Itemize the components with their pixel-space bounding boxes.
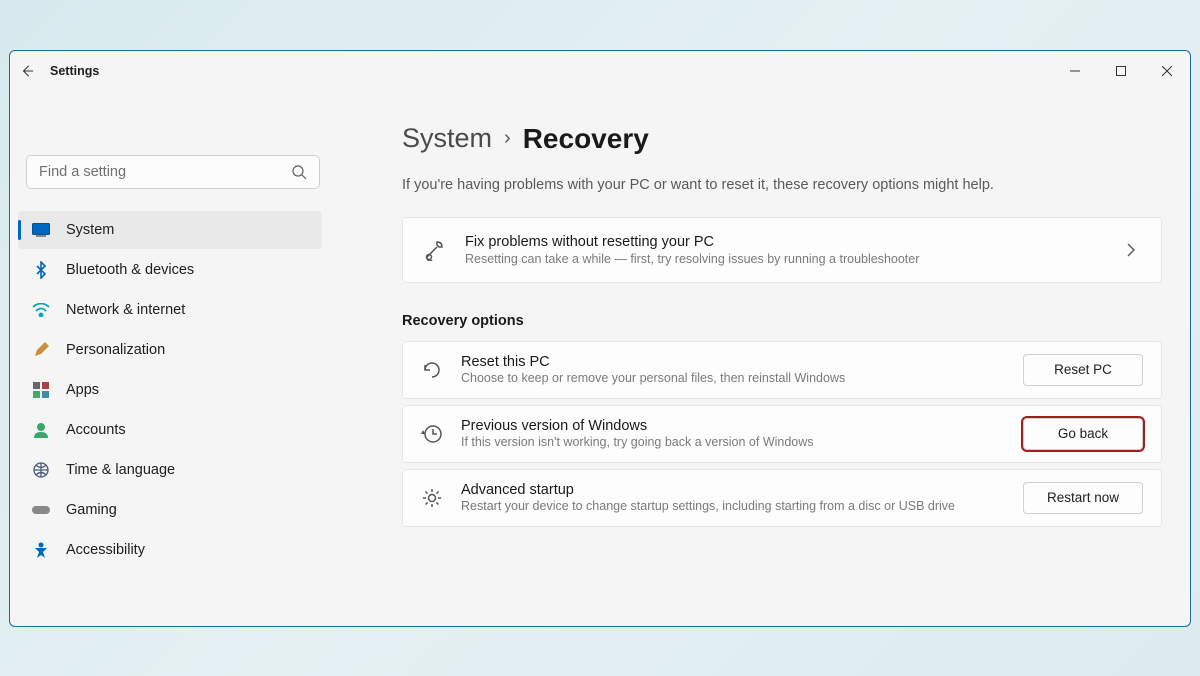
search-icon <box>291 164 307 180</box>
restart-now-button[interactable]: Restart now <box>1023 482 1143 514</box>
sidebar-item-accessibility[interactable]: Accessibility <box>18 531 322 569</box>
sidebar-item-label: Gaming <box>66 502 117 518</box>
titlebar: Settings <box>10 51 1190 91</box>
breadcrumb: System › Recovery <box>402 123 1162 155</box>
breadcrumb-current: Recovery <box>523 123 649 155</box>
sidebar-item-label: Bluetooth & devices <box>66 262 194 278</box>
sidebar-item-personalization[interactable]: Personalization <box>18 331 322 369</box>
sidebar-item-time-language[interactable]: Time & language <box>18 451 322 489</box>
fix-card-desc: Resetting can take a while — first, try … <box>465 252 1127 266</box>
sidebar-item-label: Network & internet <box>66 302 185 318</box>
close-button[interactable] <box>1144 55 1190 87</box>
history-icon <box>421 423 443 445</box>
sidebar-item-label: Accounts <box>66 422 126 438</box>
go-back-button[interactable]: Go back <box>1023 418 1143 450</box>
gear-icon <box>421 487 443 509</box>
minimize-button[interactable] <box>1052 55 1098 87</box>
window-controls <box>1052 55 1190 87</box>
globe-icon <box>32 462 50 478</box>
sidebar-item-network[interactable]: Network & internet <box>18 291 322 329</box>
sidebar-item-apps[interactable]: Apps <box>18 371 322 409</box>
apps-icon <box>32 382 50 398</box>
main-content: System › Recovery If you're having probl… <box>330 91 1190 626</box>
sidebar-item-system[interactable]: System <box>18 211 322 249</box>
search-placeholder: Find a setting <box>39 164 126 180</box>
fix-problems-card[interactable]: Fix problems without resetting your PC R… <box>402 217 1162 283</box>
reset-title: Reset this PC <box>461 354 1023 370</box>
previous-desc: If this version isn't working, try going… <box>461 435 1023 449</box>
wrench-icon <box>423 239 445 261</box>
bluetooth-icon <box>32 261 50 279</box>
maximize-button[interactable] <box>1098 55 1144 87</box>
intro-note: If you're having problems with your PC o… <box>402 177 1162 193</box>
sidebar-item-label: Accessibility <box>66 542 145 558</box>
breadcrumb-parent[interactable]: System <box>402 123 492 154</box>
minimize-icon <box>1070 66 1080 76</box>
fix-card-title: Fix problems without resetting your PC <box>465 234 1127 250</box>
advanced-startup-card: Advanced startup Restart your device to … <box>402 469 1162 527</box>
reset-pc-card: Reset this PC Choose to keep or remove y… <box>402 341 1162 399</box>
recovery-options-heading: Recovery options <box>402 313 1162 329</box>
sidebar-item-bluetooth[interactable]: Bluetooth & devices <box>18 251 322 289</box>
app-title: Settings <box>50 64 99 78</box>
sidebar: Find a setting System <box>10 91 330 626</box>
sidebar-item-label: System <box>66 222 114 238</box>
settings-window: Settings Find a setting <box>9 50 1191 627</box>
reset-pc-button[interactable]: Reset PC <box>1023 354 1143 386</box>
close-icon <box>1162 66 1172 76</box>
maximize-icon <box>1116 66 1126 76</box>
previous-title: Previous version of Windows <box>461 418 1023 434</box>
go-back-card: Previous version of Windows If this vers… <box>402 405 1162 463</box>
reset-desc: Choose to keep or remove your personal f… <box>461 371 1023 385</box>
chevron-right-icon: › <box>504 127 511 150</box>
accounts-icon <box>32 422 50 438</box>
search-input[interactable]: Find a setting <box>26 155 320 189</box>
advanced-title: Advanced startup <box>461 482 1023 498</box>
advanced-desc: Restart your device to change startup se… <box>461 499 1023 513</box>
reset-icon <box>421 359 443 381</box>
sidebar-item-label: Personalization <box>66 342 165 358</box>
arrow-left-icon <box>20 64 34 78</box>
sidebar-item-accounts[interactable]: Accounts <box>18 411 322 449</box>
chevron-right-icon <box>1127 243 1141 257</box>
sidebar-item-gaming[interactable]: Gaming <box>18 491 322 529</box>
wifi-icon <box>32 303 50 317</box>
gaming-icon <box>32 504 50 516</box>
sidebar-item-label: Apps <box>66 382 99 398</box>
brush-icon <box>32 342 50 358</box>
system-icon <box>32 223 50 237</box>
accessibility-icon <box>32 542 50 558</box>
sidebar-item-label: Time & language <box>66 462 175 478</box>
back-button[interactable] <box>20 64 34 78</box>
